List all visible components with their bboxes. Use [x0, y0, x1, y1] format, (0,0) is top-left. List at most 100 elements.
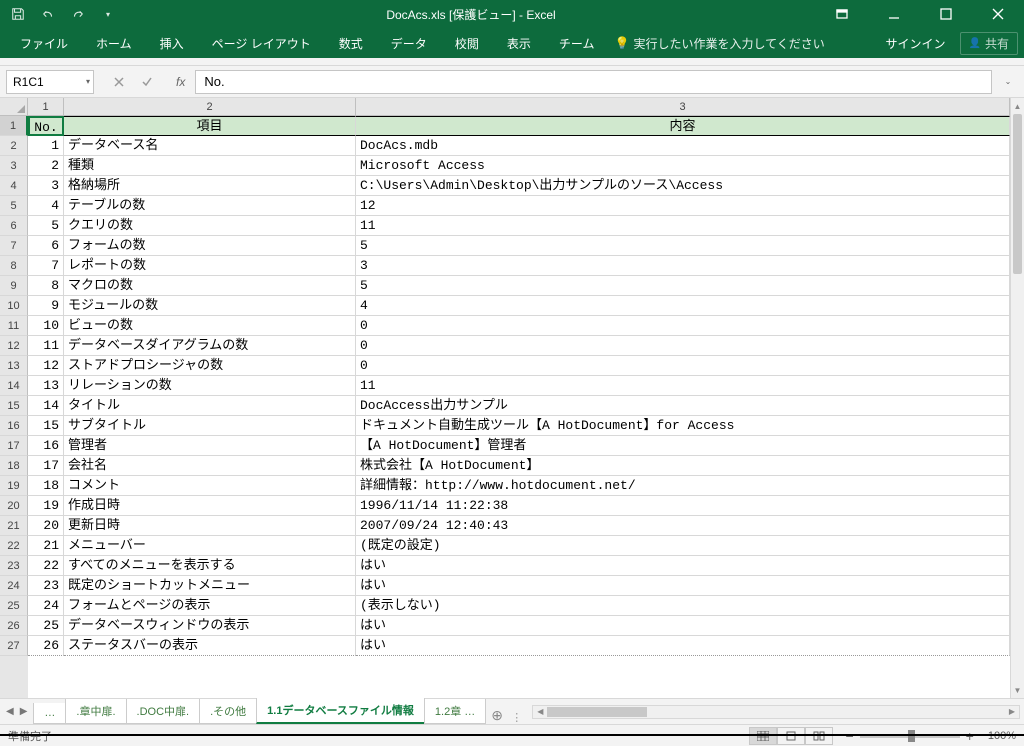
tab-home[interactable]: ホーム — [82, 29, 146, 58]
cell[interactable]: 4 — [356, 296, 1010, 316]
cell[interactable]: 5 — [356, 236, 1010, 256]
cell[interactable]: はい — [356, 636, 1010, 656]
sheet-tab[interactable]: .章中扉. — [65, 699, 126, 724]
cell[interactable]: 10 — [28, 316, 64, 336]
row-header[interactable]: 22 — [0, 536, 28, 556]
cell[interactable]: ビューの数 — [64, 316, 356, 336]
scroll-up-arrow-icon[interactable]: ▲ — [1011, 98, 1024, 114]
tell-me[interactable]: 💡 実行したい作業を入力してください — [614, 35, 824, 52]
cell[interactable]: サブタイトル — [64, 416, 356, 436]
vertical-scrollbar[interactable]: ▲ ▼ — [1010, 98, 1024, 698]
cell[interactable]: 3 — [356, 256, 1010, 276]
row-header[interactable]: 11 — [0, 316, 28, 336]
cell[interactable]: 会社名 — [64, 456, 356, 476]
row-header[interactable]: 20 — [0, 496, 28, 516]
tab-review[interactable]: 校閲 — [441, 29, 493, 58]
cell[interactable]: 12 — [28, 356, 64, 376]
cell-area[interactable]: No. 項目 内容 1データベース名DocAcs.mdb2種類Microsoft… — [28, 116, 1010, 698]
cell[interactable]: 16 — [28, 436, 64, 456]
fx-icon[interactable]: fx — [172, 75, 189, 89]
row-header[interactable]: 1 — [0, 116, 28, 136]
cell[interactable]: 3 — [28, 176, 64, 196]
cell[interactable]: 9 — [28, 296, 64, 316]
expand-formula-bar-button[interactable]: ⌄ — [998, 77, 1018, 86]
cell[interactable]: 5 — [356, 276, 1010, 296]
cell[interactable]: マクロの数 — [64, 276, 356, 296]
tab-insert[interactable]: 挿入 — [146, 29, 198, 58]
row-header[interactable]: 8 — [0, 256, 28, 276]
share-button[interactable]: 👤 共有 — [960, 32, 1018, 55]
undo-button[interactable] — [34, 2, 62, 26]
tab-nav-prev[interactable]: ◀ — [6, 706, 14, 717]
cell[interactable]: Microsoft Access — [356, 156, 1010, 176]
cell[interactable]: メニューバー — [64, 536, 356, 556]
cell[interactable]: 24 — [28, 596, 64, 616]
tab-team[interactable]: チーム — [545, 29, 609, 58]
column-header[interactable]: 2 — [64, 98, 356, 116]
horizontal-scrollbar[interactable]: ◀ ▶ — [532, 705, 1020, 719]
row-header[interactable]: 21 — [0, 516, 28, 536]
sheet-tab[interactable]: .DOC中扉. — [126, 699, 201, 724]
cell[interactable]: 1 — [28, 136, 64, 156]
row-header[interactable]: 27 — [0, 636, 28, 656]
cell[interactable]: (表示しない) — [356, 596, 1010, 616]
cell[interactable]: 23 — [28, 576, 64, 596]
cell[interactable]: 15 — [28, 416, 64, 436]
row-header[interactable]: 10 — [0, 296, 28, 316]
minimize-button[interactable] — [872, 0, 916, 28]
tab-data[interactable]: データ — [377, 29, 441, 58]
cell[interactable]: データベースダイアグラムの数 — [64, 336, 356, 356]
cell[interactable]: 18 — [28, 476, 64, 496]
row-header[interactable]: 13 — [0, 356, 28, 376]
cell[interactable]: 19 — [28, 496, 64, 516]
column-header[interactable]: 1 — [28, 98, 64, 116]
row-header[interactable]: 5 — [0, 196, 28, 216]
name-box[interactable]: R1C1 ▾ — [6, 70, 94, 94]
cell[interactable]: リレーションの数 — [64, 376, 356, 396]
row-header[interactable]: 24 — [0, 576, 28, 596]
select-all-corner[interactable] — [0, 98, 28, 116]
cell[interactable]: クエリの数 — [64, 216, 356, 236]
scroll-left-arrow-icon[interactable]: ◀ — [533, 706, 547, 718]
cell[interactable]: 22 — [28, 556, 64, 576]
tab-resize-handle[interactable]: ⋮ — [505, 711, 528, 724]
row-header[interactable]: 16 — [0, 416, 28, 436]
row-header[interactable]: 7 — [0, 236, 28, 256]
row-header[interactable]: 2 — [0, 136, 28, 156]
signin-link[interactable]: サインイン — [886, 35, 946, 52]
cell[interactable]: 管理者 — [64, 436, 356, 456]
cell[interactable]: 12 — [356, 196, 1010, 216]
cell[interactable]: フォームとページの表示 — [64, 596, 356, 616]
row-header[interactable]: 19 — [0, 476, 28, 496]
cell[interactable]: 0 — [356, 336, 1010, 356]
cell[interactable]: データベース名 — [64, 136, 356, 156]
row-header[interactable]: 6 — [0, 216, 28, 236]
cell[interactable]: データベースウィンドウの表示 — [64, 616, 356, 636]
scroll-right-arrow-icon[interactable]: ▶ — [1005, 706, 1019, 718]
tab-page-layout[interactable]: ページ レイアウト — [198, 29, 325, 58]
cell[interactable]: 11 — [356, 216, 1010, 236]
cell[interactable]: 0 — [356, 316, 1010, 336]
cell[interactable]: 1996/11/14 11:22:38 — [356, 496, 1010, 516]
qat-customize-button[interactable]: ▾ — [94, 2, 122, 26]
cell[interactable]: 14 — [28, 396, 64, 416]
tab-formula[interactable]: 数式 — [325, 29, 377, 58]
cell[interactable]: 詳細情報：http://www.hotdocument.net/ — [356, 476, 1010, 496]
cell[interactable]: テーブルの数 — [64, 196, 356, 216]
sheet-tab[interactable]: .その他 — [199, 699, 257, 724]
tab-view[interactable]: 表示 — [493, 29, 545, 58]
cell[interactable]: C:\Users\Admin\Desktop\出力サンプルのソース\Access — [356, 176, 1010, 196]
cell-header-no[interactable]: No. — [28, 116, 64, 136]
formula-bar[interactable]: No. — [195, 70, 992, 94]
cell[interactable]: 6 — [28, 236, 64, 256]
cell[interactable]: DocAccess出力サンプル — [356, 396, 1010, 416]
cell[interactable]: 格納場所 — [64, 176, 356, 196]
cell[interactable]: 【A HotDocument】管理者 — [356, 436, 1010, 456]
row-header[interactable]: 3 — [0, 156, 28, 176]
cell[interactable]: 株式会社【A HotDocument】 — [356, 456, 1010, 476]
cell[interactable]: モジュールの数 — [64, 296, 356, 316]
cell[interactable]: 既定のショートカットメニュー — [64, 576, 356, 596]
cell[interactable]: 26 — [28, 636, 64, 656]
cell[interactable]: はい — [356, 616, 1010, 636]
cell[interactable]: タイトル — [64, 396, 356, 416]
